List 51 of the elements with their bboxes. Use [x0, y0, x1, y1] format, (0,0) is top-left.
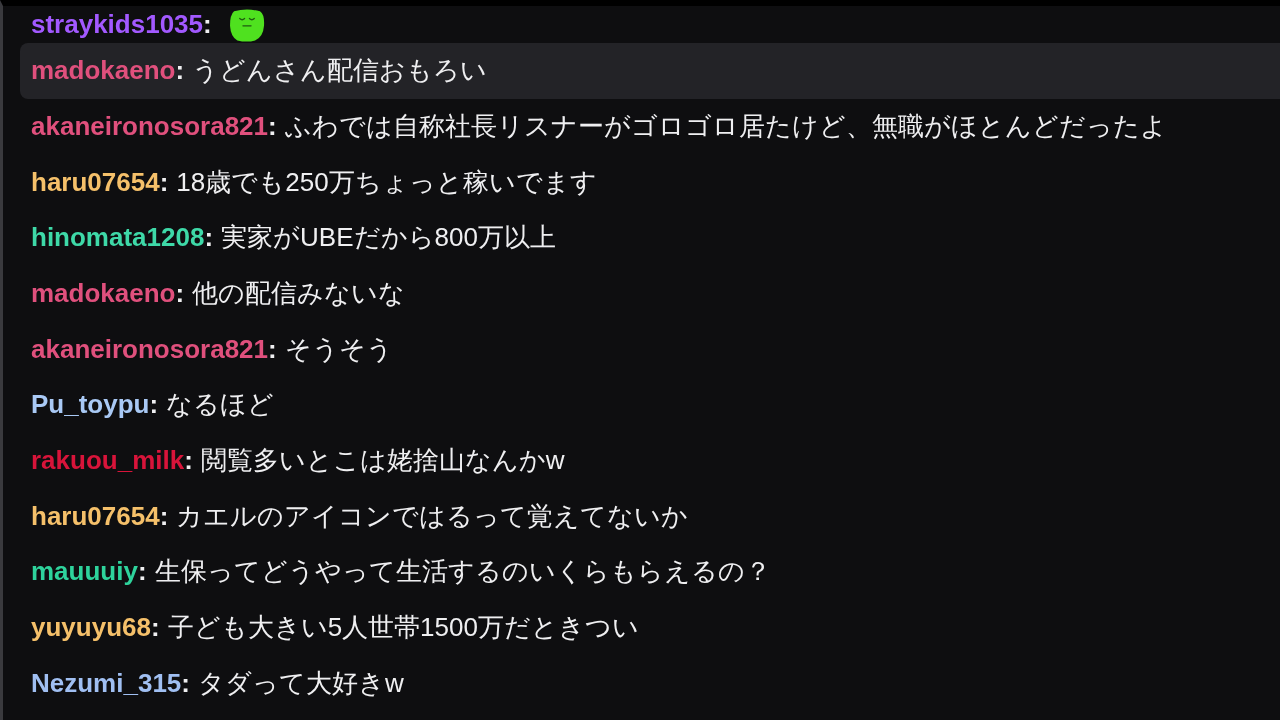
message-text: なるほど	[166, 389, 275, 421]
username[interactable]: haru07654	[31, 166, 160, 198]
message-text: 閲覧多いとこは姥捨山なんかw	[200, 445, 565, 477]
chat-message[interactable]: madokaeno: 他の配信みないな	[20, 265, 1280, 322]
colon-separator: :	[268, 110, 277, 143]
message-text: カエルのアイコンではるって覚えてないか	[176, 500, 689, 532]
username[interactable]: mauuuiy	[31, 556, 138, 588]
chat-message[interactable]: Pu_toypu: なるほど	[20, 377, 1280, 433]
message-text: うどんさん配信おもろい	[192, 55, 488, 87]
message-text: タダって大好きw	[198, 667, 404, 699]
message-text: 実家がUBEだから800万以上	[221, 222, 556, 254]
message-text: 生保ってどうやって生活するのいくらもらえるの？	[154, 556, 771, 588]
colon-separator: :	[181, 667, 190, 699]
username[interactable]: rakuou_milk	[31, 445, 185, 477]
chat-message[interactable]: hinomata1208: 実家がUBEだから800万以上	[20, 210, 1280, 266]
username[interactable]: hinomata1208	[31, 222, 205, 254]
chat-message[interactable]: straykids1035:	[20, 6, 1280, 43]
username[interactable]: yuyuyu68	[31, 612, 151, 644]
username[interactable]: Pu_toypu	[31, 389, 150, 421]
chat-message[interactable]: Nezumi_315: タダって大好きw	[20, 655, 1280, 712]
colon-separator: :	[149, 389, 159, 421]
chat-message[interactable]: akaneironosora821: そうそう	[20, 321, 1280, 378]
colon-separator: :	[184, 445, 193, 477]
colon-separator: :	[203, 8, 212, 41]
colon-separator: :	[175, 278, 185, 310]
chat-message[interactable]: haru07654: カエルのアイコンではるって覚えてないか	[20, 488, 1280, 545]
chat-message[interactable]: rakuou_milk: 閲覧多いとこは姥捨山なんかw	[20, 432, 1280, 489]
chat-message[interactable]: yuyuyu68: 子ども大きい5人世帯1500万だときつい	[20, 599, 1280, 656]
message-text: 18歳でも250万ちょっと稼いでます	[176, 166, 597, 198]
colon-separator: :	[204, 222, 214, 254]
chat-message[interactable]: madokaeno: うどんさん配信おもろい	[20, 43, 1280, 99]
chat-message[interactable]: haru07654: 18歳でも250万ちょっと稼いでます	[20, 154, 1280, 211]
username[interactable]: akaneironosora821	[31, 110, 268, 143]
colon-separator: :	[268, 333, 277, 365]
username[interactable]: Nezumi_315	[31, 667, 182, 699]
colon-separator: :	[175, 55, 185, 87]
username[interactable]: straykids1035	[31, 8, 204, 41]
username[interactable]: madokaeno	[31, 55, 176, 87]
chat-message[interactable]: mauuuiy: 生保ってどうやって生活するのいくらもらえるの？	[20, 544, 1280, 600]
username[interactable]: madokaeno	[31, 278, 176, 310]
message-text: 他の配信みないな	[192, 278, 406, 310]
colon-separator: :	[150, 612, 160, 644]
message-text: ふわでは自称社長リスナーがゴロゴロ居たけど、無職がほとんどだったよ	[284, 110, 1167, 143]
colon-separator: :	[159, 500, 169, 532]
message-text: 子ども大きい5人世帯1500万だときつい	[167, 612, 639, 644]
message-text: そうそう	[284, 333, 393, 365]
chat-message[interactable]: akaneironosora821: ふわでは自称社長リスナーがゴロゴロ居たけど、無職がほとんどだったよ	[20, 98, 1280, 155]
colon-separator: :	[159, 166, 169, 198]
username[interactable]: haru07654	[31, 500, 160, 532]
colon-separator: :	[137, 556, 147, 588]
username[interactable]: akaneironosora821	[31, 333, 268, 365]
